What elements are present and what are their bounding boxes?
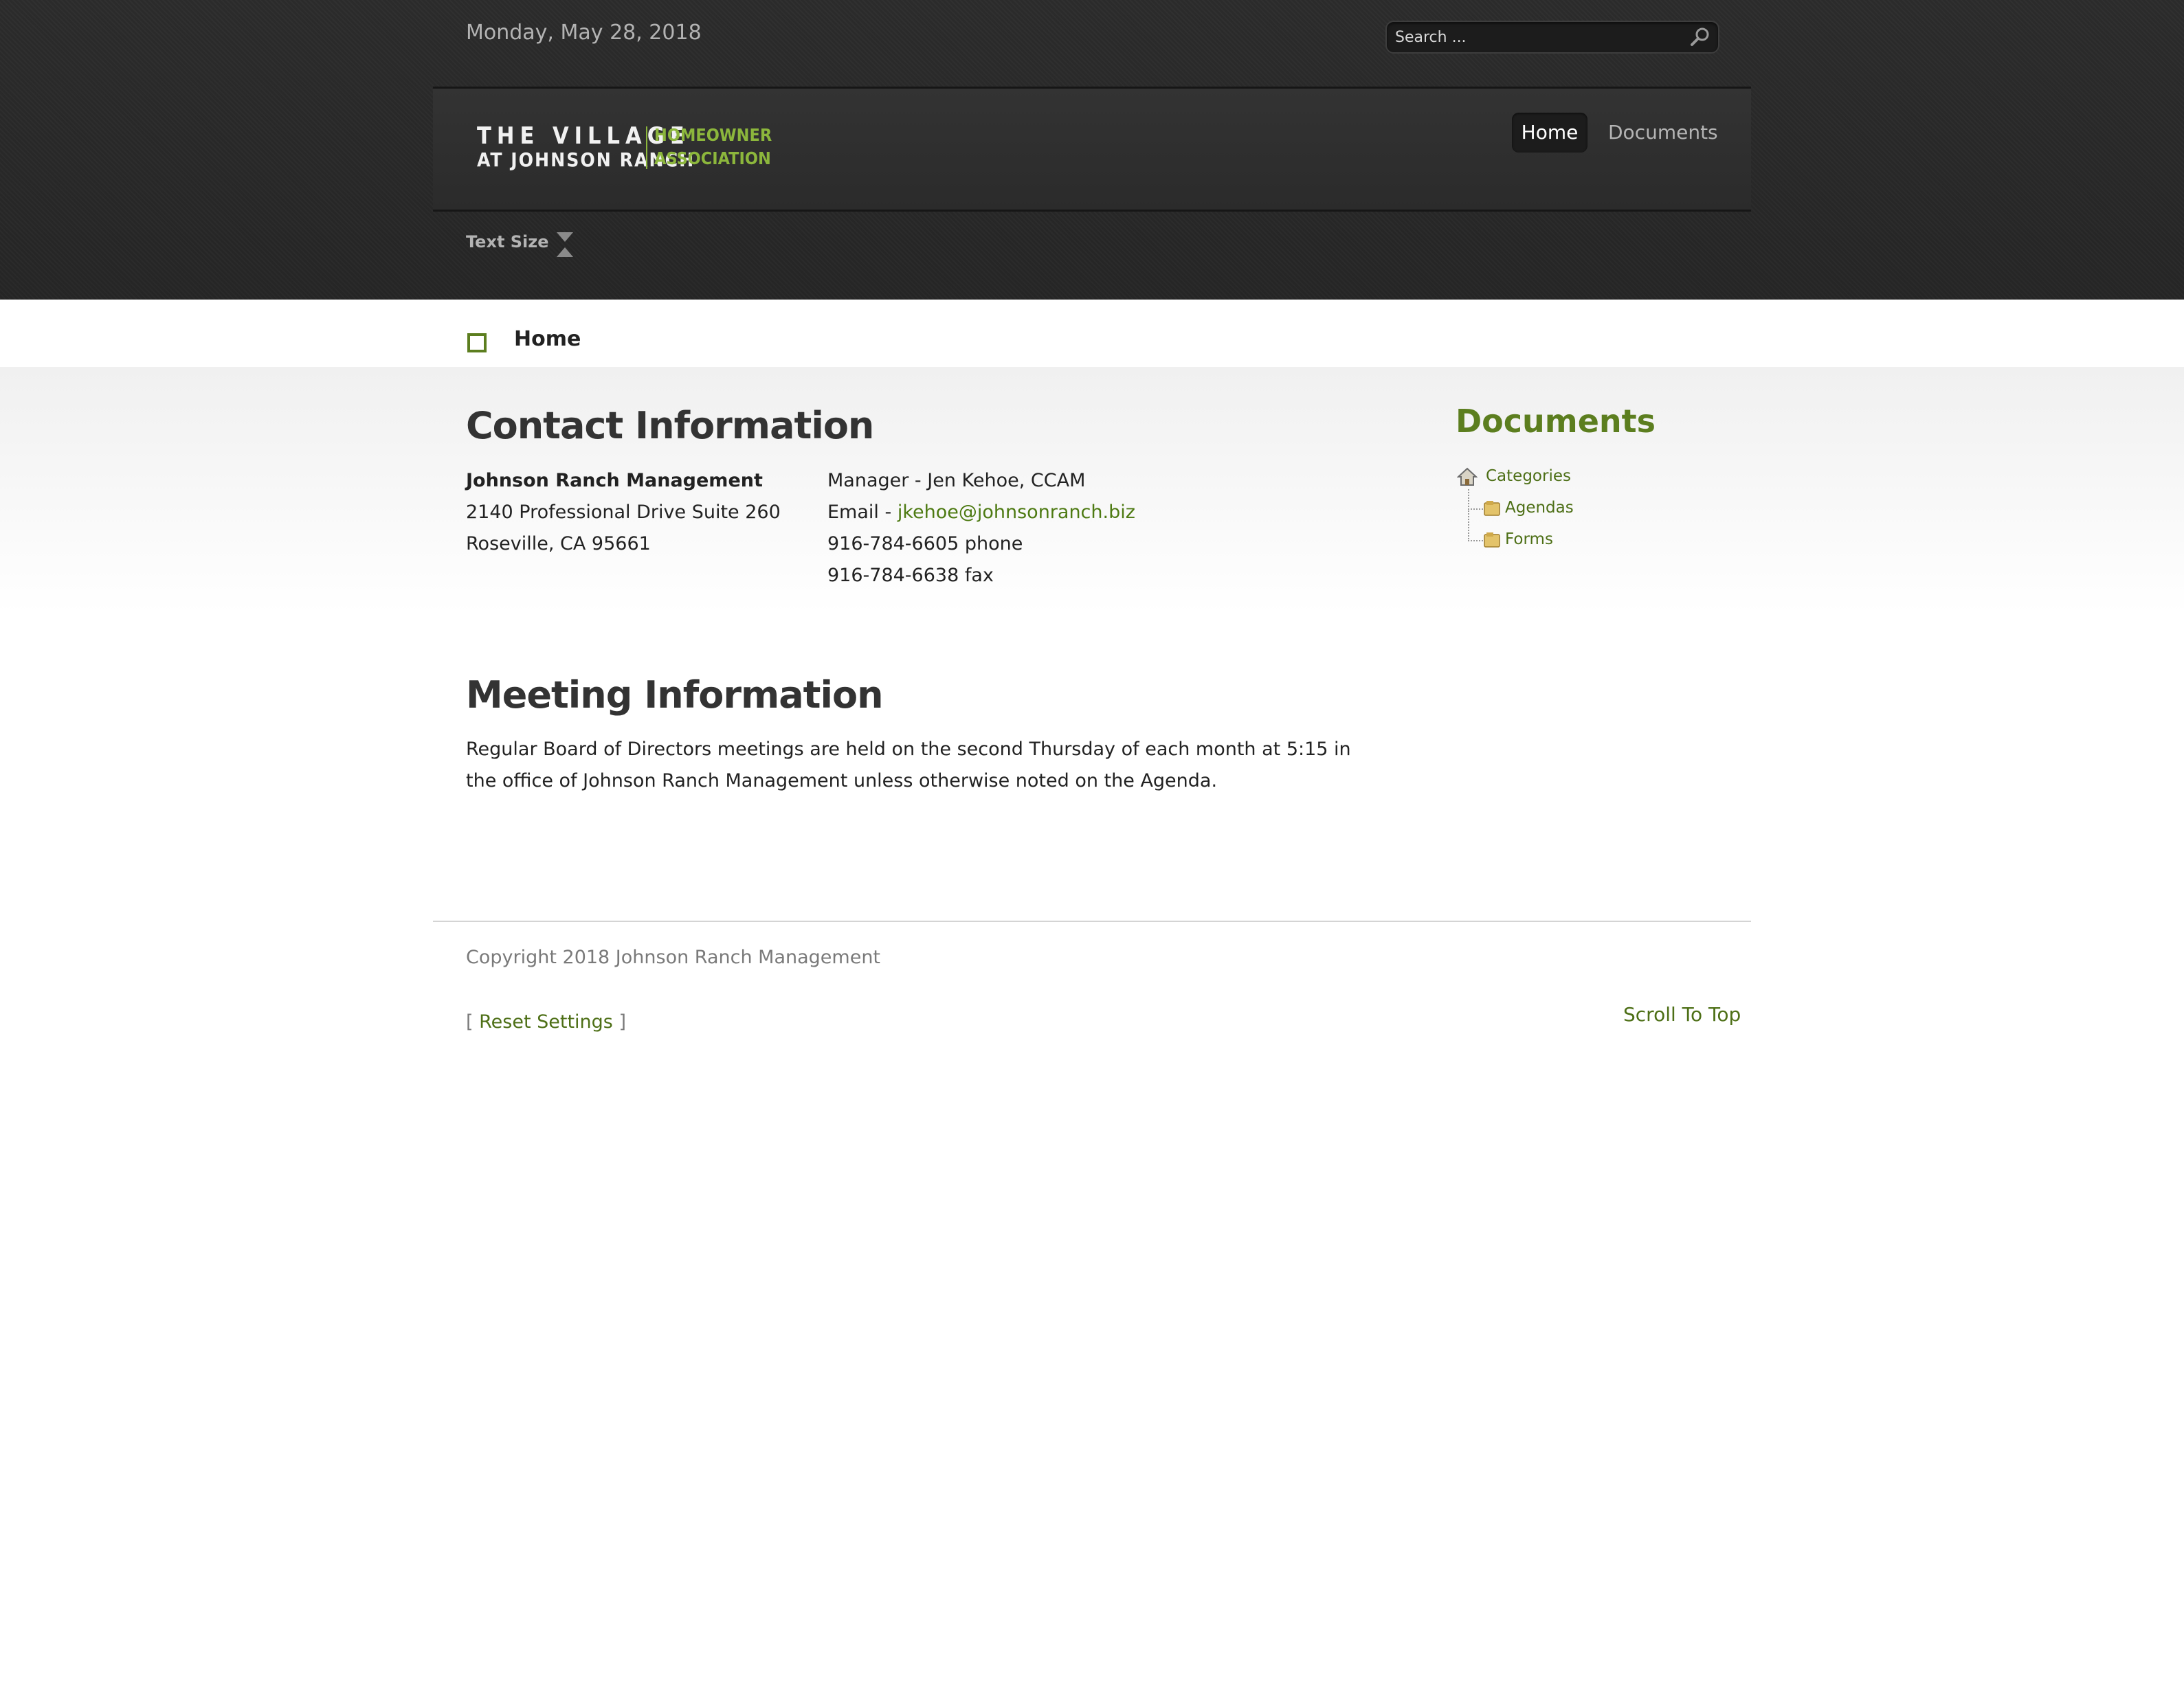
search-input[interactable] (1394, 25, 1671, 49)
reset-settings-link[interactable]: Reset Settings (479, 1011, 613, 1033)
contact-email-link[interactable]: jkehoe@johnsonranch.biz (898, 502, 1135, 523)
contact-heading: Contact Information (466, 404, 874, 447)
contact-email-prefix: Email - (827, 502, 898, 523)
logo-divider (646, 126, 647, 169)
contact-address-2: Roseville, CA 95661 (466, 533, 651, 554)
contact-fax: 916-784-6638 fax (827, 565, 994, 586)
breadcrumb (0, 313, 2184, 367)
contact-email-line: Email - jkehoe@johnsonranch.biz (827, 502, 1135, 523)
meeting-heading: Meeting Information (466, 673, 884, 717)
search-icon[interactable] (1689, 26, 1711, 48)
footer-divider (433, 921, 1751, 922)
tree-connector-2 (1468, 508, 1483, 541)
contact-manager: Manager - Jen Kehoe, CCAM (827, 470, 1086, 491)
contact-address-1: 2140 Professional Drive Suite 260 (466, 502, 781, 523)
main-background (0, 367, 2184, 614)
logo-tag-2: ASSOCIATION (654, 148, 771, 168)
contact-phone: 916-784-6605 phone (827, 533, 1023, 554)
reset-bracket-close: ] (612, 1011, 626, 1033)
breadcrumb-square-icon (467, 333, 487, 352)
header-date: Monday, May 28, 2018 (466, 21, 702, 45)
reset-bracket-open: [ (466, 1011, 480, 1033)
text-size-label: Text Size (466, 232, 549, 251)
contact-company: Johnson Ranch Management (466, 470, 763, 491)
nav-item-home[interactable]: Home (1512, 113, 1587, 153)
tree-item-forms[interactable]: Forms (1505, 530, 1553, 548)
text-size-toggle-icon[interactable] (554, 229, 576, 260)
tree-item-categories[interactable]: Categories (1486, 467, 1571, 485)
reset-settings: [ Reset Settings ] (466, 1011, 626, 1033)
breadcrumb-home[interactable]: Home (514, 327, 581, 351)
meeting-text: Regular Board of Directors meetings are … (466, 739, 1351, 791)
home-icon (1457, 467, 1478, 486)
search-box (1385, 21, 1719, 54)
footer-copyright: Copyright 2018 Johnson Ranch Management (466, 947, 881, 968)
logo-tag-1: HOMEOWNER (654, 125, 772, 145)
tree-item-agendas[interactable]: Agendas (1505, 499, 1574, 517)
scroll-to-top-link[interactable]: Scroll To Top (1623, 1003, 1741, 1026)
nav-item-documents[interactable]: Documents (1608, 113, 1718, 153)
folder-icon (1484, 501, 1500, 516)
site-logo[interactable]: THE VILLAGE AT JOHNSON RANCH HOMEOWNER A… (477, 122, 772, 175)
folder-icon (1484, 532, 1500, 548)
sidebar-title: Documents (1456, 403, 1656, 440)
tree-connector-1 (1468, 489, 1483, 510)
